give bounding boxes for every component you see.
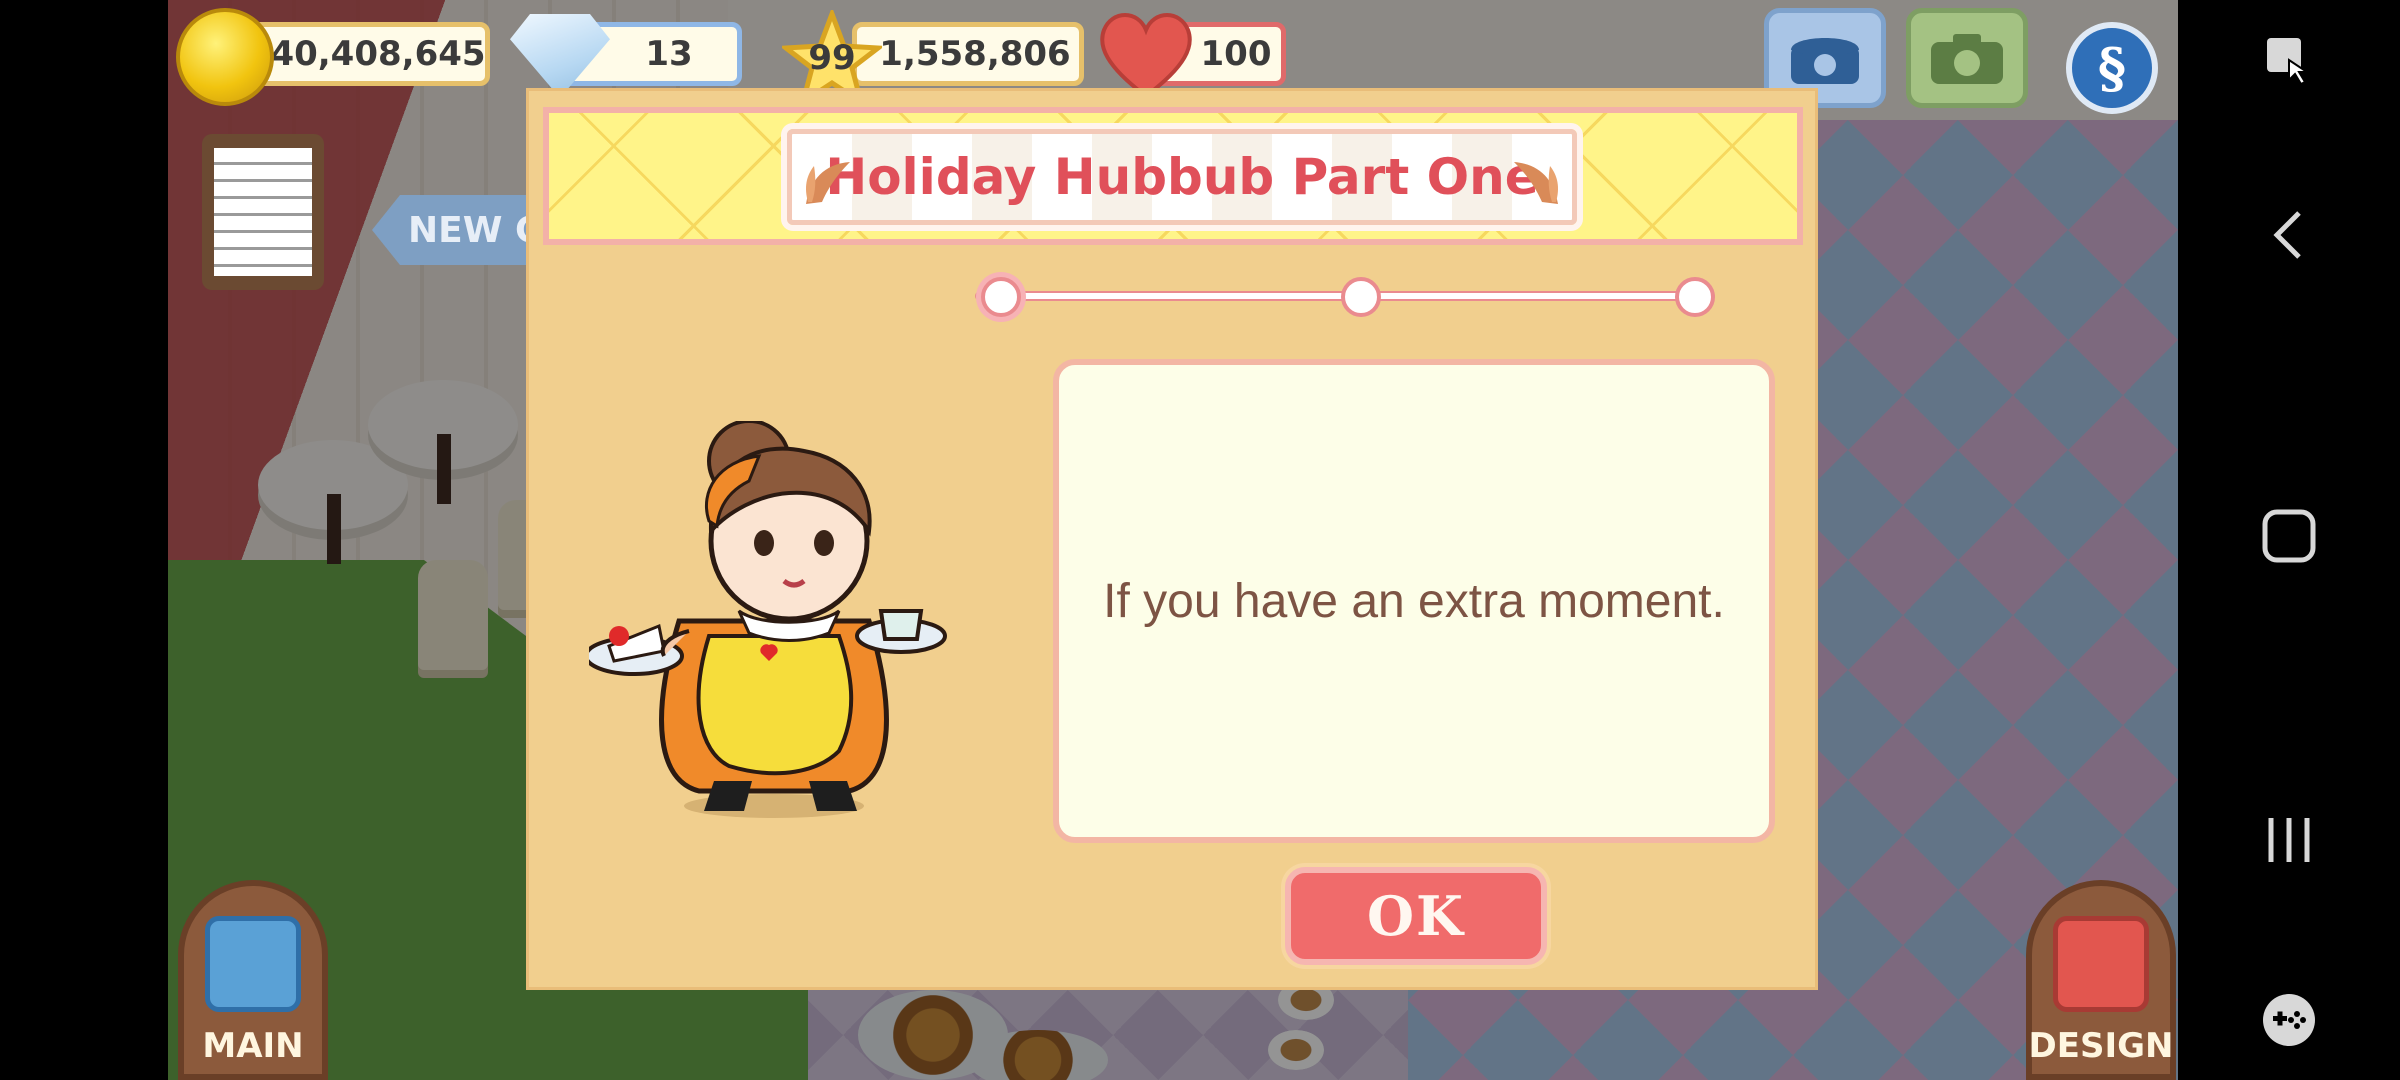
camera-button[interactable] <box>1906 8 2028 108</box>
ok-label: OK <box>1367 884 1465 948</box>
progress-step-2 <box>1341 277 1381 317</box>
coin-icon <box>176 8 274 106</box>
leaf-ornament-icon <box>806 162 850 204</box>
leaf-ornament-icon <box>1514 162 1558 204</box>
system-nav-bar <box>2178 0 2400 1080</box>
message-box: If you have an extra moment. <box>1053 359 1775 843</box>
screen: 40,408,645 13 1,558,806 99 100 § NEW G M… <box>0 0 2400 1080</box>
game-tools-icon <box>2263 994 2315 1046</box>
main-button[interactable]: MAIN <box>178 880 328 1080</box>
paint-roller-icon <box>2053 916 2149 1012</box>
waitress-character <box>589 421 947 818</box>
clipboard-button[interactable] <box>202 134 324 290</box>
book-icon <box>205 916 301 1012</box>
currency-s-button[interactable]: § <box>2066 22 2158 114</box>
coin-counter[interactable]: 40,408,645 <box>236 22 490 86</box>
recents-button[interactable] <box>2178 800 2400 880</box>
experience-count: 1,558,806 <box>879 34 1071 74</box>
dialog-title: Holiday Hubbub Part One <box>825 148 1539 206</box>
heart-count: 100 <box>1200 34 1272 74</box>
back-button[interactable] <box>2178 195 2400 275</box>
home-icon <box>2262 509 2316 563</box>
coin-count: 40,408,645 <box>270 34 486 74</box>
experience-counter[interactable]: 1,558,806 <box>852 22 1084 86</box>
ok-button[interactable]: OK <box>1285 867 1547 965</box>
main-label: MAIN <box>202 1026 304 1066</box>
progress-step-1 <box>981 277 1021 317</box>
progress-step-3 <box>1675 277 1715 317</box>
design-label: DESIGN <box>2028 1026 2174 1066</box>
design-button[interactable]: DESIGN <box>2026 880 2176 1080</box>
quest-dialog: Holiday Hubbub Part One If you have an e… <box>526 88 1818 990</box>
title-plate: Holiday Hubbub Part One <box>787 129 1577 225</box>
home-button[interactable] <box>2178 496 2400 576</box>
new-sign-label: NEW G <box>408 209 545 251</box>
phone-icon <box>1791 38 1859 84</box>
camera-icon <box>1931 34 2003 84</box>
screenshot-button[interactable] <box>2178 20 2400 100</box>
game-tools-button[interactable] <box>2178 980 2400 1060</box>
gem-count: 13 <box>645 34 693 74</box>
screenshot-icon <box>2267 38 2311 86</box>
level-number: 99 <box>808 38 856 78</box>
dialog-message: If you have an extra moment. <box>1103 574 1725 628</box>
currency-s-icon: § <box>2097 36 2127 100</box>
recents-icon <box>2268 818 2310 862</box>
back-icon <box>2273 211 2301 259</box>
clipboard-icon <box>214 148 312 276</box>
quest-progress <box>955 271 1735 321</box>
